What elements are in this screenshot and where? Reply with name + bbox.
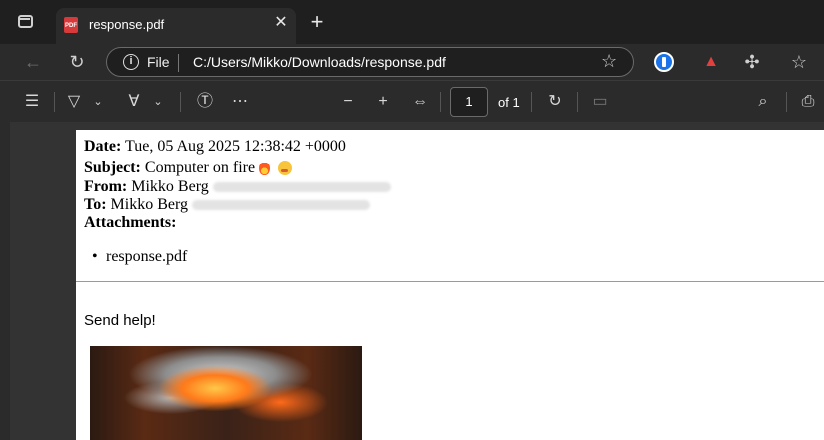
scheme-label: File xyxy=(147,54,170,70)
page-view-icon[interactable]: ▭ xyxy=(588,91,612,113)
search-icon[interactable]: ⌕ xyxy=(751,91,775,113)
text-box-icon[interactable]: Ⓣ xyxy=(193,91,217,113)
divider xyxy=(180,92,181,112)
contents-list-icon[interactable]: ☰ xyxy=(20,91,44,113)
back-arrow-icon[interactable]: ← xyxy=(21,50,45,74)
tab-strip: PDF response.pdf ✕ + xyxy=(0,0,824,44)
divider xyxy=(577,92,578,112)
attachment-item[interactable]: response.pdf xyxy=(92,248,187,266)
pdf-page: Date: Tue, 05 Aug 2025 12:38:42 +0000 Su… xyxy=(76,130,824,440)
favorites-icon[interactable]: ☆ xyxy=(789,52,809,72)
from-value: Mikko Berg xyxy=(131,178,209,195)
divider xyxy=(178,54,179,72)
to-line: To: Mikko Berg xyxy=(84,196,371,214)
hot-face-emoji-icon xyxy=(278,161,293,176)
refresh-icon[interactable]: ↻ xyxy=(65,50,89,74)
divider xyxy=(54,92,55,112)
to-label: To: xyxy=(84,196,107,213)
viewer-gutter xyxy=(0,122,10,440)
more-options-icon[interactable]: ⋯ xyxy=(228,91,252,113)
zoom-in-icon[interactable]: + xyxy=(371,91,395,113)
date-value: Tue, 05 Aug 2025 12:38:42 +0000 xyxy=(125,138,346,155)
highlight-icon[interactable]: ▽ xyxy=(62,91,86,113)
attachments-line: Attachments: xyxy=(84,214,176,232)
star-icon[interactable]: ☆ xyxy=(601,51,617,72)
subject-value: Computer on fire xyxy=(144,159,256,176)
chevron-down-icon[interactable]: ⌄ xyxy=(150,91,166,113)
divider xyxy=(786,92,787,112)
from-line: From: Mikko Berg xyxy=(84,178,391,196)
navigation-bar: ← ↻ i File C:/Users/Mikko/Downloads/resp… xyxy=(0,44,824,80)
redacted-email xyxy=(192,200,371,211)
divider xyxy=(440,92,441,112)
page-number-input[interactable]: 1 xyxy=(450,87,488,117)
to-value: Mikko Berg xyxy=(110,196,189,213)
attachments-label: Attachments: xyxy=(84,214,177,231)
tab-actions-icon[interactable] xyxy=(18,15,33,28)
tab-title: response.pdf xyxy=(89,17,165,32)
rotate-icon[interactable]: ↻ xyxy=(543,91,567,113)
password-manager-extension-icon[interactable] xyxy=(654,52,674,72)
page-total: of 1 xyxy=(498,95,520,110)
from-label: From: xyxy=(84,178,128,195)
fit-to-width-icon[interactable]: ⇔ xyxy=(408,91,432,113)
rocket-extension-icon[interactable]: ▲ xyxy=(701,52,721,72)
email-body: Send help! xyxy=(84,312,156,329)
chevron-down-icon[interactable]: ⌄ xyxy=(90,91,106,113)
address-bar[interactable]: i File C:/Users/Mikko/Downloads/response… xyxy=(106,47,634,77)
divider xyxy=(531,92,532,112)
fire-explosion-image xyxy=(90,346,362,440)
pdf-viewer[interactable]: Date: Tue, 05 Aug 2025 12:38:42 +0000 Su… xyxy=(0,122,824,440)
zoom-out-icon[interactable]: − xyxy=(336,91,360,113)
info-icon[interactable]: i xyxy=(123,54,139,70)
pdf-toolbar: ☰ ▽ ⌄ ∀ ⌄ Ⓣ ⋯ − + ⇔ 1 of 1 ↻ ▭ ⌕ ⎙ xyxy=(0,80,824,122)
tab-response-pdf[interactable]: PDF response.pdf ✕ xyxy=(56,8,296,44)
pdf-favicon-icon: PDF xyxy=(64,17,78,33)
subject-label: Subject: xyxy=(84,159,141,176)
print-icon[interactable]: ⎙ xyxy=(796,91,820,113)
subject-line: Subject: Computer on fire xyxy=(84,159,293,177)
date-line: Date: Tue, 05 Aug 2025 12:38:42 +0000 xyxy=(84,138,346,156)
draw-icon[interactable]: ∀ xyxy=(122,91,146,113)
date-label: Date: xyxy=(84,138,122,155)
redacted-email xyxy=(212,182,391,193)
url-text[interactable]: C:/Users/Mikko/Downloads/response.pdf xyxy=(193,54,446,70)
extensions-puzzle-icon[interactable]: ✣ xyxy=(742,52,762,72)
fire-emoji-icon xyxy=(259,161,271,176)
close-tab-icon[interactable]: ✕ xyxy=(272,14,290,32)
divider-rule xyxy=(76,281,824,282)
new-tab-icon[interactable]: + xyxy=(306,11,328,33)
